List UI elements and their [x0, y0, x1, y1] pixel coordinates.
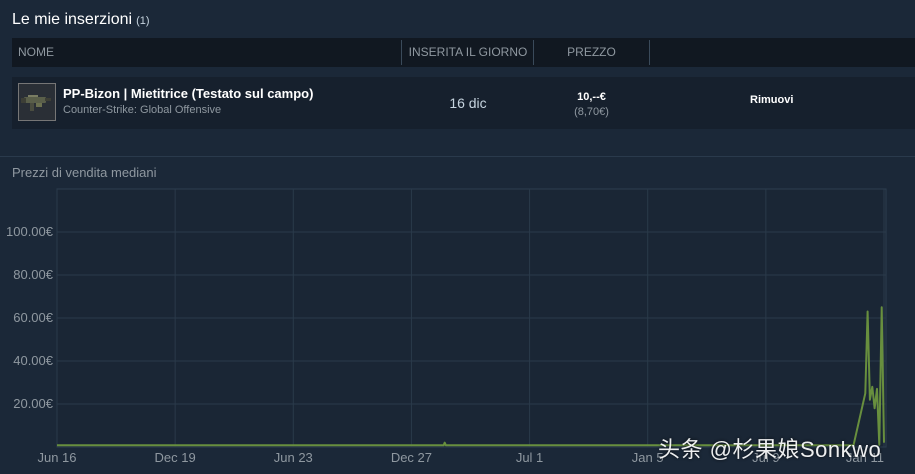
x-tick-label: Dec 27: [391, 450, 432, 465]
y-tick-label: 20.00€: [13, 396, 54, 411]
y-tick-label: 40.00€: [13, 353, 54, 368]
price-history-chart[interactable]: 20.00€ 40.00€ 60.00€ 80.00€ 100.00€ Jun 16 De…: [0, 0, 915, 474]
x-tick-label: Dec 19: [155, 450, 196, 465]
y-tick-label: 100.00€: [6, 224, 54, 239]
watermark: 头条 @杉果娘Sonkwo: [658, 437, 882, 462]
x-tick-label: Jun 16: [37, 450, 76, 465]
x-tick-label: Jul 1: [516, 450, 543, 465]
chart-y-axis: 20.00€ 40.00€ 60.00€ 80.00€ 100.00€: [6, 224, 54, 411]
y-tick-label: 80.00€: [13, 267, 54, 282]
y-tick-label: 60.00€: [13, 310, 54, 325]
x-tick-label: Jun 23: [274, 450, 313, 465]
